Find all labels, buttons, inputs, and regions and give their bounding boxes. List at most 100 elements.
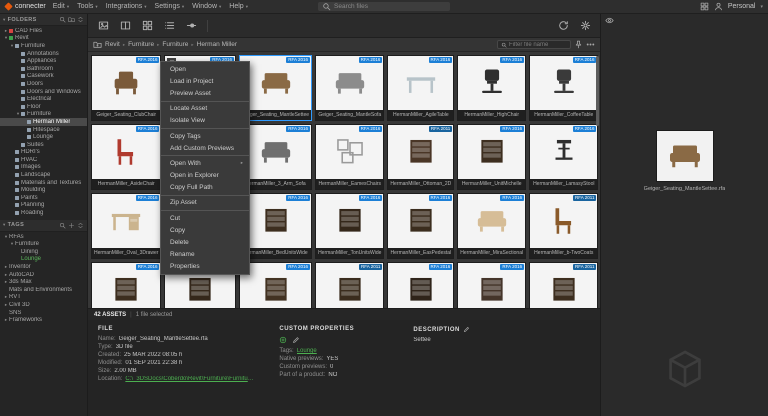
tag-link[interactable]: Lounge	[297, 348, 317, 354]
asset-card[interactable]: RFA 2016 HermanMiller_BedUnitsWide	[239, 193, 313, 259]
folder-item-doors-and-windows[interactable]: Doors and Windows	[0, 88, 87, 96]
folder-item-cad-files[interactable]: ▸ CAD Files	[0, 27, 87, 35]
asset-card[interactable]: RFA 2016 HermanMiller_UnitMichelle	[457, 124, 527, 190]
context-menu-item-copy[interactable]: Copy	[161, 224, 249, 236]
tag-item-civil-3d[interactable]: ▸ Civil 3D	[0, 301, 87, 309]
context-menu-item-zip-asset[interactable]: Zip Asset	[161, 197, 249, 209]
tag-item-frameworks[interactable]: ▸ Frameworks	[0, 316, 87, 324]
folder-item-furniture[interactable]: ▾ Furniture	[0, 111, 87, 119]
preview-thumbnail[interactable]	[655, 130, 714, 182]
asset-card[interactable]: RFA 2016 HermanMiller_Oval_3Drawer	[91, 193, 162, 259]
asset-card[interactable]: RFA 2016 Geiger_Seating_MantleSettee	[239, 55, 313, 121]
folder-item-roading[interactable]: Roading	[0, 209, 87, 217]
app-logo[interactable]: connecter	[4, 2, 46, 11]
asset-card[interactable]: RFA 2011 HermanMiller_Ottoman_2D	[387, 124, 455, 190]
folder-item-annotations[interactable]: Annotations	[0, 50, 87, 58]
tag-item-dining[interactable]: Dining	[0, 248, 87, 256]
grid-view-icon[interactable]	[138, 18, 156, 34]
list-view-icon[interactable]	[160, 18, 178, 34]
asset-card[interactable]: RFA 2016 HermanMiller_AgileTable	[387, 55, 455, 121]
asset-card[interactable]: RFA 2016 HermanMiller_AsideChair	[91, 124, 162, 190]
tags-collapse-icon[interactable]: ▾	[3, 222, 6, 228]
asset-card[interactable]: RFA 2011 HermanMiller_b-TwoCoats	[529, 193, 599, 259]
asset-card[interactable]: RFA 2016HermanMiller_MediaUnit	[387, 262, 455, 308]
tag-item-inventor[interactable]: ▸ Inventor	[0, 263, 87, 271]
tag-item-3ds-max[interactable]: ▸ 3ds Max	[0, 278, 87, 286]
tags-search-icon[interactable]	[59, 222, 66, 229]
asset-card[interactable]: RFA 2016 Geiger_Seating_ClubChair	[91, 55, 162, 121]
search-input[interactable]	[334, 3, 446, 10]
context-menu-item-open-with[interactable]: Open With ▸	[161, 157, 249, 169]
media-view-icon[interactable]	[94, 18, 112, 34]
location-link[interactable]: C:\_3DSDocs\Coberdo\Revit\Furniture\Furn…	[125, 376, 255, 382]
folder-item-hdri-s[interactable]: HDRI's	[0, 149, 87, 157]
folder-item-materials-and-textures[interactable]: Materials and Textures	[0, 179, 87, 187]
folder-item-paints[interactable]: Paints	[0, 194, 87, 202]
context-menu-item-open-in-explorer[interactable]: Open in Explorer	[161, 170, 249, 182]
tag-item-furniture[interactable]: ▾ Furniture	[0, 240, 87, 248]
asset-card[interactable]: RFA 2016 HermanMiller_HighChair	[457, 55, 527, 121]
breadcrumb-segment-furniture[interactable]: Furniture	[162, 41, 188, 48]
breadcrumb-segment-herman-miller[interactable]: Herman Miller	[197, 41, 237, 48]
context-menu-item-add-custom-previews[interactable]: Add Custom Previews	[161, 142, 249, 154]
filter-box[interactable]	[497, 40, 571, 49]
asset-card[interactable]: RFA 2016HermanMiller_LowCabinet	[239, 262, 313, 308]
account-label[interactable]: Personal	[728, 3, 756, 10]
folder-item-suites[interactable]: Suites	[0, 141, 87, 149]
add-custom-property-icon[interactable]	[279, 336, 287, 344]
asset-card[interactable]: RFA 2016HermanMiller_TallCabinet	[91, 262, 162, 308]
folder-up-icon[interactable]	[93, 40, 102, 49]
folder-item-casework[interactable]: Casework	[0, 73, 87, 81]
folder-item-appliances[interactable]: Appliances	[0, 57, 87, 65]
context-menu-item-load-in-project[interactable]: Load in Project	[161, 75, 249, 87]
tag-item-sns[interactable]: SNS	[0, 309, 87, 317]
folder-item-electrical[interactable]: Electrical	[0, 95, 87, 103]
collapse-all-icon[interactable]	[77, 16, 84, 23]
asset-card[interactable]: RFA 2016 Geiger_Seating_MantleSofa	[315, 55, 385, 121]
context-menu-item-copy-tags[interactable]: Copy Tags	[161, 130, 249, 142]
asset-card[interactable]: RFA 2016 HermanMiller_CoffeeTable	[529, 55, 599, 121]
context-menu-item-open[interactable]: Open	[161, 63, 249, 75]
more-options-icon[interactable]	[586, 40, 595, 49]
add-tag-icon[interactable]	[68, 222, 75, 229]
pin-icon[interactable]	[574, 40, 583, 49]
context-menu-item-copy-full-path[interactable]: Copy Full Path	[161, 182, 249, 194]
folder-item-herman-miller[interactable]: Herman Miller	[0, 118, 87, 126]
menu-edit[interactable]: Edit ▾	[53, 3, 69, 10]
folders-collapse-icon[interactable]: ▾	[3, 17, 6, 23]
folder-item-landscape[interactable]: Landscape	[0, 171, 87, 179]
preview-visibility-icon[interactable]	[605, 16, 614, 25]
tag-item-rvt[interactable]: ▸ RVT	[0, 294, 87, 302]
settings-icon[interactable]	[576, 18, 594, 34]
folder-item-hvac[interactable]: HVAC	[0, 156, 87, 164]
menu-tools[interactable]: Tools ▾	[77, 3, 98, 10]
grid-scrollbar[interactable]	[596, 56, 599, 126]
asset-card[interactable]: RFA 2011HermanMiller_FileDrawer	[315, 262, 385, 308]
folder-item-moulding[interactable]: Moulding	[0, 186, 87, 194]
context-menu-item-isolate-view[interactable]: Isolate View	[161, 115, 249, 127]
asset-card[interactable]: RFA 2011HermanMiller_StorageTower	[529, 262, 599, 308]
context-menu-item-locate-asset[interactable]: Locate Asset	[161, 103, 249, 115]
context-menu-item-rename[interactable]: Rename	[161, 249, 249, 261]
folder-item-floor[interactable]: Floor	[0, 103, 87, 111]
folder-item-planning[interactable]: Planning	[0, 202, 87, 210]
apps-icon[interactable]	[700, 2, 709, 11]
add-folder-icon[interactable]	[68, 16, 75, 23]
filter-input[interactable]	[509, 41, 567, 48]
asset-card[interactable]: RFA 2016 HermanMiller_3_Arm_Sofa	[239, 124, 313, 190]
edit-description-icon[interactable]	[463, 326, 470, 333]
asset-card[interactable]: RFA 2016 HermanMiller_MiraSectional	[457, 193, 527, 259]
folder-item-lounge[interactable]: Lounge	[0, 133, 87, 141]
asset-card[interactable]: RFA 2016 HermanMiller_LamasyStool	[529, 124, 599, 190]
menu-settings[interactable]: Settings ▾	[155, 3, 185, 10]
context-menu-item-delete[interactable]: Delete	[161, 236, 249, 248]
folder-item-furniture[interactable]: ▾ Furniture	[0, 42, 87, 50]
asset-card[interactable]: RFA 2016HermanMiller_SideBoard	[457, 262, 527, 308]
tags-collapse-all-icon[interactable]	[77, 222, 84, 229]
account-caret-icon[interactable]: ▾	[760, 4, 763, 10]
context-menu-item-preview-asset[interactable]: Preview Asset	[161, 87, 249, 99]
folder-item-doors[interactable]: Doors	[0, 80, 87, 88]
breadcrumb-segment-revit[interactable]: Revit	[105, 41, 120, 48]
asset-card[interactable]: RFA 2016 HermanMiller_EamesChairs	[315, 124, 385, 190]
context-menu-item-properties[interactable]: Properties	[161, 261, 249, 273]
